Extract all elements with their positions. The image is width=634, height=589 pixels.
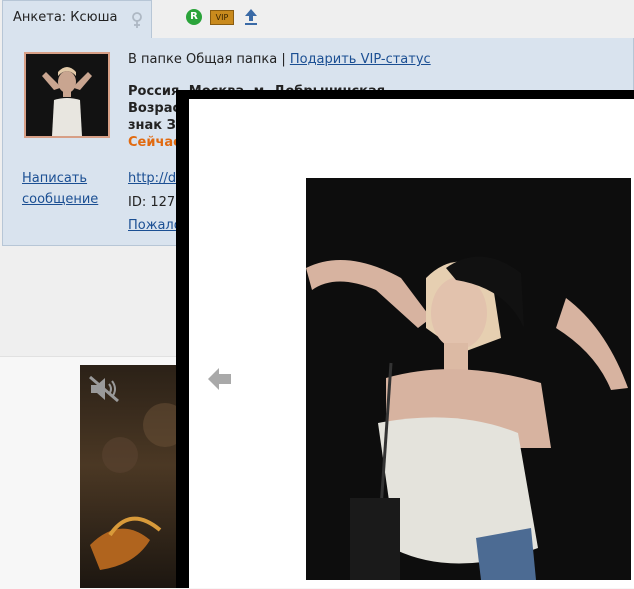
r-badge-icon: R (186, 9, 202, 25)
avatar-photo (26, 54, 108, 136)
profile-id: ID: 127 (128, 195, 176, 210)
vip-badge-icon: VIP (210, 10, 234, 25)
tab-bar: Анкета: Ксюша R VIP (0, 0, 634, 38)
folder-line: В папке Общая папка | Подарить VIP-стату… (128, 52, 431, 67)
folder-text: В папке Общая папка | (128, 52, 290, 67)
profile-url-link[interactable]: http://d (128, 171, 176, 186)
tab-profile[interactable]: Анкета: Ксюша (2, 0, 152, 38)
avatar[interactable] (24, 52, 110, 138)
gift-vip-link[interactable]: Подарить VIP-статус (290, 52, 431, 67)
tab-profile-label: Анкета: Ксюша (13, 10, 118, 25)
photo-view[interactable] (306, 178, 631, 580)
photo-image (306, 178, 631, 580)
mute-icon[interactable] (88, 375, 122, 403)
upload-icon[interactable] (243, 8, 259, 26)
complain-link[interactable]: Пожало (128, 218, 182, 233)
prev-arrow-icon[interactable] (207, 366, 233, 392)
video-player[interactable] (80, 365, 190, 588)
female-icon (132, 12, 142, 28)
write-message-link[interactable]: Написать сообщение (22, 168, 122, 210)
